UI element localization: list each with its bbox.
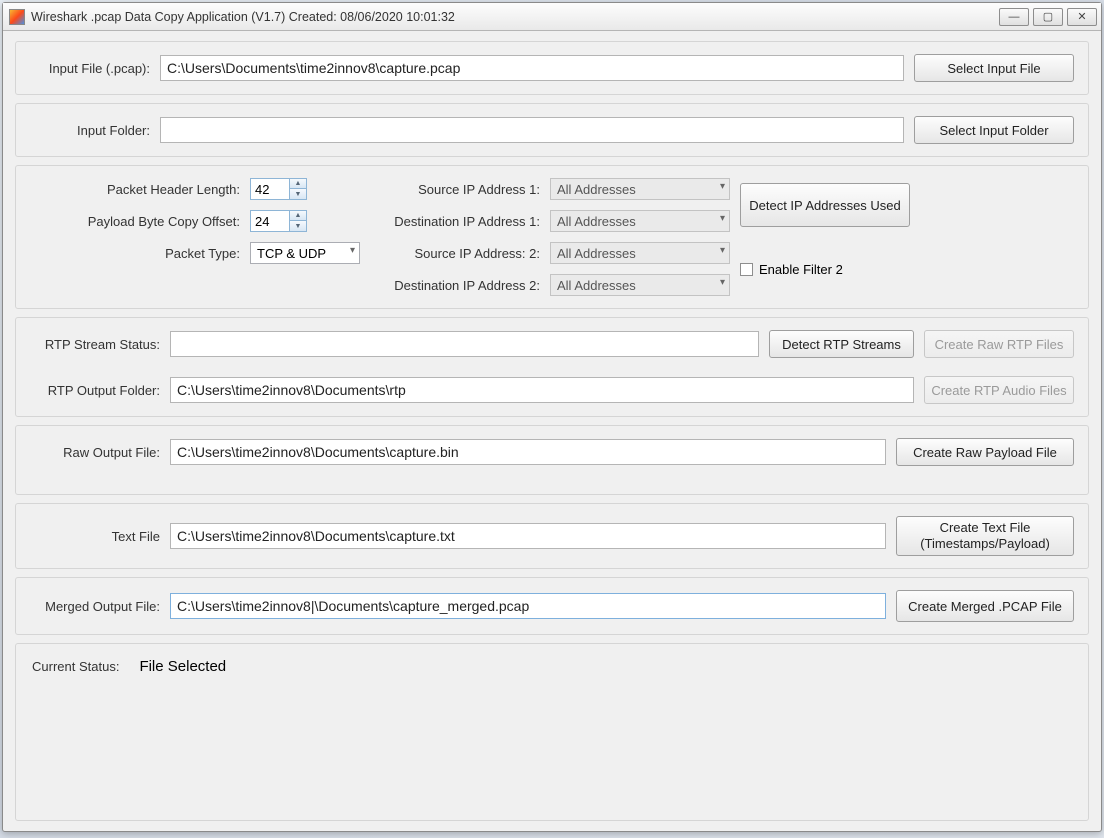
dst-ip1-combo[interactable]: All Addresses bbox=[550, 210, 730, 232]
src-ip2-label: Source IP Address: 2: bbox=[330, 246, 540, 261]
src-ip1-label: Source IP Address 1: bbox=[330, 182, 540, 197]
spin-up-icon[interactable]: ▲ bbox=[290, 179, 306, 189]
merged-output-label: Merged Output File: bbox=[30, 599, 160, 614]
dst-ip1-label: Destination IP Address 1: bbox=[330, 214, 540, 229]
select-input-file-button[interactable]: Select Input File bbox=[914, 54, 1074, 82]
minimize-button[interactable]: — bbox=[999, 8, 1029, 26]
detect-rtp-streams-button[interactable]: Detect RTP Streams bbox=[769, 330, 914, 358]
packet-header-length-label: Packet Header Length: bbox=[30, 182, 240, 197]
text-file-label: Text File bbox=[30, 529, 160, 544]
rtp-stream-status-field[interactable] bbox=[170, 331, 759, 357]
create-merged-pcap-button[interactable]: Create Merged .PCAP File bbox=[896, 590, 1074, 622]
checkbox-box[interactable] bbox=[740, 263, 753, 276]
text-file-field[interactable] bbox=[170, 523, 886, 549]
text-file-panel: Text File Create Text File (Timestamps/P… bbox=[15, 503, 1089, 569]
merged-output-field[interactable] bbox=[170, 593, 886, 619]
current-status-value: File Selected bbox=[139, 658, 226, 675]
input-folder-field[interactable] bbox=[160, 117, 904, 143]
src-ip1-combo[interactable]: All Addresses bbox=[550, 178, 730, 200]
payload-offset-input[interactable] bbox=[250, 210, 290, 232]
packet-type-combo[interactable]: TCP & UDP bbox=[250, 242, 360, 264]
src-ip2-combo[interactable]: All Addresses bbox=[550, 242, 730, 264]
payload-offset-label: Payload Byte Copy Offset: bbox=[30, 214, 240, 229]
create-raw-payload-file-button[interactable]: Create Raw Payload File bbox=[896, 438, 1074, 466]
input-file-field[interactable] bbox=[160, 55, 904, 81]
merged-output-panel: Merged Output File: Create Merged .PCAP … bbox=[15, 577, 1089, 635]
spin-up-icon[interactable]: ▲ bbox=[290, 211, 306, 221]
create-text-file-button[interactable]: Create Text File (Timestamps/Payload) bbox=[896, 516, 1074, 556]
current-status-label: Current Status: bbox=[32, 659, 119, 674]
spin-down-icon[interactable]: ▼ bbox=[290, 189, 306, 199]
packet-header-length-input[interactable] bbox=[250, 178, 290, 200]
input-file-label: Input File (.pcap): bbox=[30, 61, 150, 76]
dst-ip2-combo[interactable]: All Addresses bbox=[550, 274, 730, 296]
enable-filter2-checkbox[interactable]: Enable Filter 2 bbox=[740, 262, 920, 277]
app-icon bbox=[9, 9, 25, 25]
spin-down-icon[interactable]: ▼ bbox=[290, 221, 306, 231]
rtp-stream-status-label: RTP Stream Status: bbox=[30, 337, 160, 352]
maximize-button[interactable]: ▢ bbox=[1033, 8, 1063, 26]
input-file-panel: Input File (.pcap): Select Input File bbox=[15, 41, 1089, 95]
packet-header-length-stepper[interactable]: ▲▼ bbox=[250, 178, 320, 200]
rtp-output-folder-label: RTP Output Folder: bbox=[30, 383, 160, 398]
config-panel: Packet Header Length: ▲▼ Source IP Addre… bbox=[15, 165, 1089, 309]
raw-output-label: Raw Output File: bbox=[30, 445, 160, 460]
create-rtp-audio-files-button[interactable]: Create RTP Audio Files bbox=[924, 376, 1074, 404]
raw-output-panel: Raw Output File: Create Raw Payload File bbox=[15, 425, 1089, 495]
input-folder-label: Input Folder: bbox=[30, 123, 150, 138]
packet-type-label: Packet Type: bbox=[30, 246, 240, 261]
app-window: Wireshark .pcap Data Copy Application (V… bbox=[2, 2, 1102, 832]
dst-ip2-label: Destination IP Address 2: bbox=[330, 278, 540, 293]
window-title: Wireshark .pcap Data Copy Application (V… bbox=[31, 10, 995, 24]
titlebar: Wireshark .pcap Data Copy Application (V… bbox=[3, 3, 1101, 31]
close-button[interactable]: ✕ bbox=[1067, 8, 1097, 26]
create-raw-rtp-files-button[interactable]: Create Raw RTP Files bbox=[924, 330, 1074, 358]
enable-filter2-label: Enable Filter 2 bbox=[759, 262, 843, 277]
rtp-output-folder-field[interactable] bbox=[170, 377, 914, 403]
input-folder-panel: Input Folder: Select Input Folder bbox=[15, 103, 1089, 157]
status-panel: Current Status: File Selected bbox=[15, 643, 1089, 821]
payload-offset-stepper[interactable]: ▲▼ bbox=[250, 210, 320, 232]
raw-output-field[interactable] bbox=[170, 439, 886, 465]
select-input-folder-button[interactable]: Select Input Folder bbox=[914, 116, 1074, 144]
detect-ip-button[interactable]: Detect IP Addresses Used bbox=[740, 183, 910, 227]
rtp-panel: RTP Stream Status: Detect RTP Streams Cr… bbox=[15, 317, 1089, 417]
